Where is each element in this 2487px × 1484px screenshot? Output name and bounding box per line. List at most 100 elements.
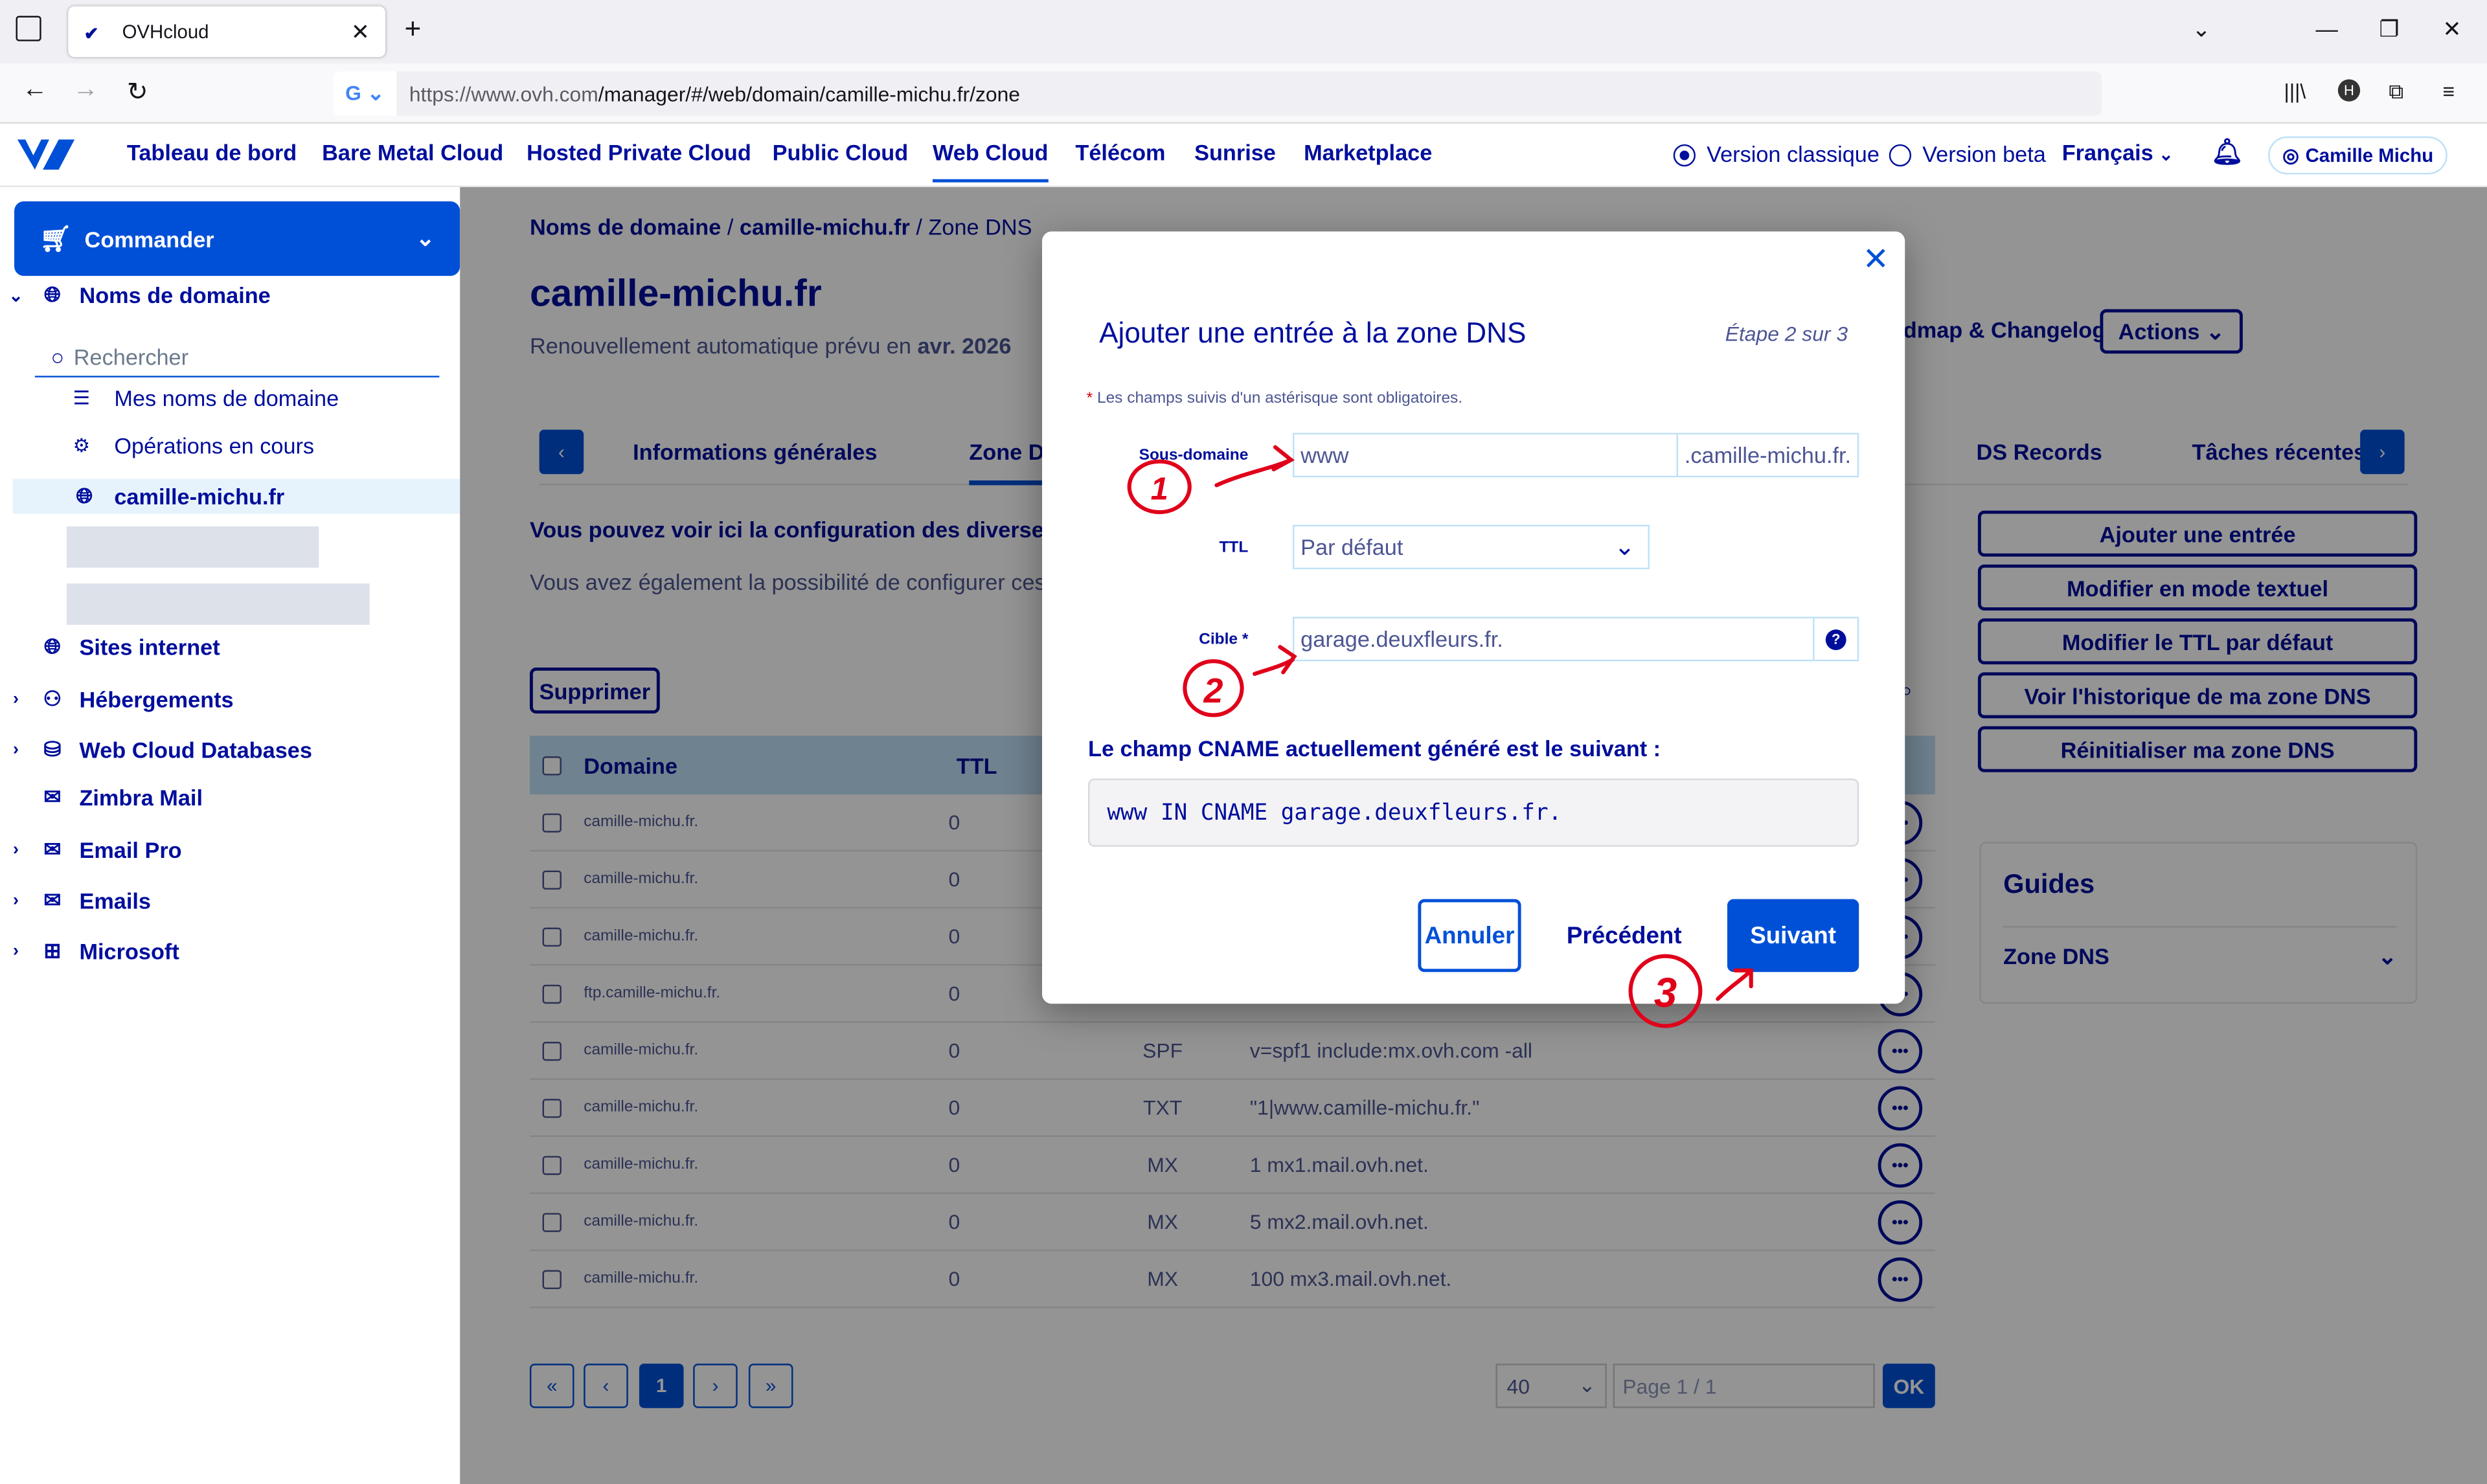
google-search-icon[interactable]: G ⌄ (333, 71, 397, 116)
subdomain-input[interactable]: www (1292, 433, 1679, 478)
order-label: Commander (84, 225, 214, 252)
chevron-down-icon: ⌄ (416, 225, 435, 251)
sidebar-label: Web Cloud Databases (79, 737, 312, 763)
sidebar-label: Opérations en cours (114, 433, 315, 458)
user-menu[interactable]: ◎ Camille Michu (2268, 136, 2448, 175)
modal-step: Étape 2 sur 3 (1725, 322, 1848, 346)
sidebar-label: Hébergements (79, 686, 234, 712)
nav-hosted-private-cloud[interactable]: Hosted Private Cloud (527, 140, 751, 165)
expand-down-icon: ⌄ (8, 286, 23, 306)
nav-web-cloud[interactable]: Web Cloud (933, 140, 1049, 183)
forward-icon[interactable]: → (73, 76, 98, 105)
sidebar-item-selected-domain[interactable]: 🌐︎ camille-michu.fr (12, 478, 460, 514)
minimize-icon[interactable]: — (2316, 16, 2338, 41)
sidebar-item-my-domains[interactable]: ☰ Mes noms de domaine (73, 385, 339, 410)
sidebar-label: Sites internet (79, 634, 220, 660)
ovhcloud-logo[interactable] (16, 135, 76, 173)
order-button[interactable]: 🛒︎ Commander ⌄ (14, 201, 460, 276)
sidebar-item-emails[interactable]: › ✉ Emails (0, 888, 151, 913)
library-icon[interactable]: |||\ (2284, 79, 2306, 103)
target-input[interactable]: garage.deuxfleurs.fr. (1292, 616, 1815, 662)
sidebar-label: Zimbra Mail (79, 785, 203, 811)
expand-right-icon: › (12, 740, 19, 760)
new-tab-icon[interactable]: + (404, 13, 421, 46)
expand-right-icon: › (12, 891, 19, 910)
ovh-favicon-icon: ✔ (84, 25, 99, 45)
url-bar[interactable]: G ⌄ https://www.ovh.com/manager/#/web/do… (333, 71, 2102, 116)
chevron-down-icon: ⌄ (1614, 534, 1635, 561)
required-note: * Les champs suivis d'un astérisque sont… (1087, 390, 1463, 407)
browser-tab-bar: ✔ OVHcloud ✕ + ⌄ — ❐ ✕ (0, 0, 2487, 63)
version-beta-label: Version beta (1922, 141, 2046, 167)
sidebar-item-websites[interactable]: 🌐︎ Sites internet (0, 635, 220, 660)
sidebar: 🛒︎ Commander ⌄ ⌄ 🌐︎ Noms de domaine ○ Re… (0, 186, 460, 1484)
cname-label: Le champ CNAME actuellement généré est l… (1088, 736, 1661, 761)
add-dns-entry-modal: ✕ Ajouter une entrée à la zone DNS Étape… (1041, 231, 1905, 1004)
sidebar-item-microsoft[interactable]: › ⊞ Microsoft (0, 939, 179, 964)
notifications-bell-icon[interactable]: 🔔︎ (2211, 137, 2243, 168)
nav-bare-metal[interactable]: Bare Metal Cloud (322, 140, 503, 165)
gear-icon: ⚙ (73, 434, 91, 457)
extensions-icon[interactable]: ⧉ (2389, 79, 2403, 104)
sidebar-search-input[interactable]: ○ Rechercher (34, 336, 440, 377)
tab-title: OVHcloud (122, 20, 209, 43)
nav-public-cloud[interactable]: Public Cloud (773, 140, 909, 165)
mail-icon: ✉ (43, 837, 62, 861)
ttl-label: TTL (1219, 539, 1249, 557)
globe-icon: 🌐︎ (44, 282, 61, 306)
previous-button[interactable]: Précédent (1553, 899, 1696, 972)
account-icon[interactable]: H (2337, 79, 2361, 102)
tab-list-icon[interactable] (16, 16, 41, 41)
menu-icon[interactable]: ≡ (2442, 79, 2455, 103)
close-icon[interactable]: ✕ (1863, 240, 1889, 279)
language-chevron-icon[interactable]: ⌄ (2159, 144, 2174, 164)
version-beta-radio[interactable] (1889, 144, 1912, 167)
required-note-text: Les champs suivis d'un astérisque sont o… (1096, 390, 1463, 408)
ttl-value: Par défaut (1300, 534, 1403, 560)
url-path: /manager/#/web/domain/camille-michu.fr/z… (598, 82, 1021, 106)
nav-dashboard[interactable]: Tableau de bord (127, 140, 297, 165)
question-icon: ? (1825, 629, 1846, 649)
sidebar-item-hosting[interactable]: › ⚇ Hébergements (0, 686, 234, 712)
sidebar-item-domains[interactable]: ⌄ 🌐︎ Noms de domaine (0, 282, 271, 308)
cart-icon: 🛒︎ (40, 225, 72, 253)
language-selector[interactable]: Français (2062, 140, 2153, 165)
expand-right-icon: › (12, 941, 19, 961)
version-classic-radio[interactable] (1673, 144, 1696, 167)
nav-marketplace[interactable]: Marketplace (1304, 140, 1432, 165)
tabs-dropdown-icon[interactable]: ⌄ (2192, 16, 2211, 43)
ttl-select[interactable]: Par défaut ⌄ (1292, 524, 1650, 570)
restore-icon[interactable]: ❐ (2379, 16, 2399, 43)
sidebar-label: Emails (79, 888, 151, 914)
sidebar-label: Email Pro (79, 837, 182, 863)
subdomain-suffix: .camille-michu.fr. (1676, 433, 1859, 478)
sidebar-item-operations[interactable]: ⚙ Opérations en cours (73, 433, 314, 458)
help-icon[interactable]: ? (1813, 616, 1859, 662)
sidebar-item-zimbra[interactable]: ✉ Zimbra Mail (0, 785, 203, 810)
nav-sunrise[interactable]: Sunrise (1194, 140, 1276, 165)
close-tab-icon[interactable]: ✕ (351, 18, 370, 45)
sidebar-item-email-pro[interactable]: › ✉ Email Pro (0, 837, 182, 862)
modal-title: Ajouter une entrée à la zone DNS (1099, 317, 1527, 349)
search-icon: ○ (51, 343, 65, 369)
hosting-icon: ⚇ (43, 686, 62, 711)
url-host: https://www.ovh.com (409, 82, 598, 106)
reload-icon[interactable]: ↻ (127, 76, 148, 108)
mail-icon: ✉ (43, 785, 62, 809)
user-icon: ◎ (2282, 144, 2299, 167)
sidebar-label: Noms de domaine (79, 282, 271, 308)
next-button[interactable]: Suivant (1727, 899, 1859, 972)
back-icon[interactable]: ← (22, 76, 47, 105)
cname-preview: www IN CNAME garage.deuxfleurs.fr. (1088, 778, 1859, 847)
expand-right-icon: › (12, 840, 19, 860)
globe-icon: 🌐︎ (76, 483, 93, 508)
sidebar-label: camille-michu.fr (114, 483, 285, 510)
subdomain-label: Sous-domaine (1139, 447, 1249, 465)
close-window-icon[interactable]: ✕ (2442, 16, 2461, 43)
browser-tab[interactable]: ✔ OVHcloud ✕ (68, 6, 386, 58)
sidebar-item-databases[interactable]: › ⛁ Web Cloud Databases (0, 737, 312, 763)
nav-telecom[interactable]: Télécom (1075, 140, 1165, 165)
loading-placeholder (66, 526, 319, 568)
sidebar-label: Mes noms de domaine (114, 385, 339, 411)
cancel-button[interactable]: Annuler (1418, 899, 1521, 972)
